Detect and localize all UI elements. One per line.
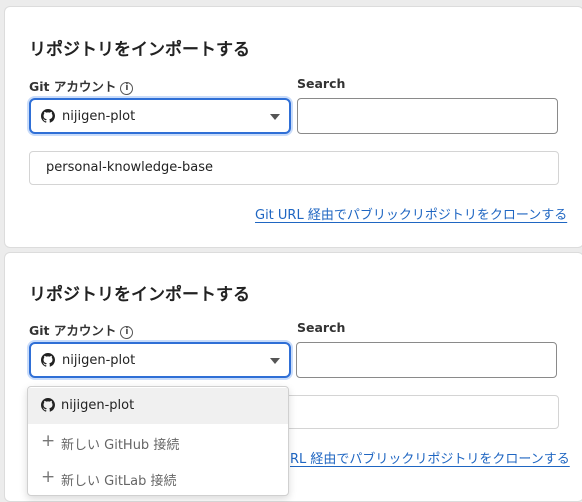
clone-via-git-url-link[interactable]: Git URL 経由でパブリックリポジトリをクローンする <box>255 204 567 223</box>
search-label: Search <box>297 320 346 335</box>
search-input[interactable] <box>296 342 557 378</box>
selected-account: nijigen-plot <box>62 353 136 368</box>
github-icon <box>41 398 55 412</box>
dropdown-option-label: 新しい GitLab 接続 <box>61 474 177 489</box>
info-icon[interactable]: i <box>120 82 134 95</box>
chevron-down-icon <box>270 114 280 120</box>
search-label: Search <box>297 76 346 91</box>
repository-name: personal-knowledge-base <box>46 160 213 175</box>
git-account-select[interactable]: nijigen-plot <box>29 342 291 378</box>
dropdown-option-new-github[interactable]: + 新しい GitHub 接続 <box>28 424 288 460</box>
plus-icon: + <box>41 467 56 487</box>
github-icon <box>41 353 55 367</box>
plus-icon: + <box>41 431 56 451</box>
dropdown-option-label: nijigen-plot <box>61 398 135 413</box>
dropdown-option-nijigen-plot[interactable]: nijigen-plot <box>28 388 288 424</box>
repository-item[interactable]: personal-knowledge-base <box>29 151 559 185</box>
search-input[interactable] <box>297 98 558 134</box>
chevron-down-icon <box>270 358 280 364</box>
git-account-select[interactable]: nijigen-plot <box>29 98 291 134</box>
import-panel-1: リポジトリをインポートする Git アカウント i Search nijigen-… <box>4 6 582 248</box>
dropdown-option-label: 新しい GitHub 接続 <box>61 438 180 453</box>
dropdown-option-new-gitlab[interactable]: + 新しい GitLab 接続 <box>28 460 288 495</box>
github-icon <box>41 109 55 123</box>
selected-account: nijigen-plot <box>62 109 136 124</box>
info-icon[interactable]: i <box>120 326 134 339</box>
git-account-label: Git アカウント i <box>29 320 134 339</box>
git-account-dropdown-menu: nijigen-plot + 新しい GitHub 接続 + 新しい GitLa… <box>27 386 289 496</box>
panel-title: リポジトリをインポートする <box>29 285 250 305</box>
panel-title: リポジトリをインポートする <box>29 40 250 60</box>
git-account-label: Git アカウント i <box>29 76 134 95</box>
clone-via-git-url-link[interactable]: RL 経由でパブリックリポジトリをクローンする <box>290 448 570 467</box>
